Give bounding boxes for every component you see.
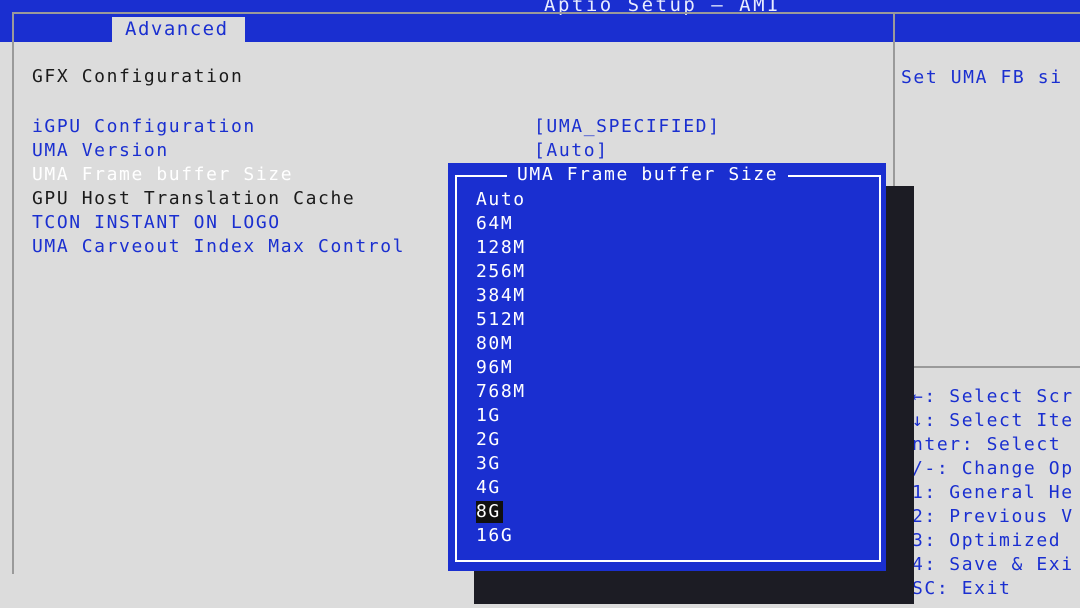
option-3g[interactable]: 3G <box>476 453 501 475</box>
menu-item-igpu-configuration[interactable]: iGPU Configuration <box>32 116 256 138</box>
option-16g[interactable]: 16G <box>476 525 513 547</box>
option-8g-selected[interactable]: 8G <box>476 501 503 523</box>
key-help-esc-exit: SC: Exit <box>912 578 1012 599</box>
key-help-select-screen: ←: Select Scr <box>912 386 1074 407</box>
key-help-change-option: /-: Change Op <box>912 458 1074 479</box>
popup-title: UMA Frame buffer Size <box>507 163 789 187</box>
help-divider <box>895 366 1080 368</box>
option-80m[interactable]: 80M <box>476 333 513 355</box>
option-1g[interactable]: 1G <box>476 405 501 427</box>
menu-item-uma-version[interactable]: UMA Version <box>32 140 169 162</box>
help-description: Set UMA FB si <box>901 67 1063 88</box>
option-768m[interactable]: 768M <box>476 381 526 403</box>
option-256m[interactable]: 256M <box>476 261 526 283</box>
option-512m[interactable]: 512M <box>476 309 526 331</box>
section-title: GFX Configuration <box>32 66 244 87</box>
key-help-optimized-defaults: 3: Optimized <box>912 530 1062 551</box>
key-help-previous-values: 2: Previous V <box>912 506 1074 527</box>
key-help-save-exit: 4: Save & Exi <box>912 554 1074 575</box>
menu-item-uma-version-value: [Auto] <box>534 140 609 161</box>
menu-item-igpu-configuration-value: [UMA_SPECIFIED] <box>534 116 721 137</box>
key-help-select-item: ↓: Select Ite <box>912 410 1074 431</box>
menu-item-tcon-instant-on-logo[interactable]: TCON INSTANT ON LOGO <box>32 212 281 234</box>
option-384m[interactable]: 384M <box>476 285 526 307</box>
option-128m[interactable]: 128M <box>476 237 526 259</box>
option-96m[interactable]: 96M <box>476 357 513 379</box>
menu-item-uma-frame-buffer-size[interactable]: UMA Frame buffer Size <box>32 164 293 186</box>
option-64m[interactable]: 64M <box>476 213 513 235</box>
option-auto[interactable]: Auto <box>476 189 526 211</box>
key-help-general-help: 1: General He <box>912 482 1074 503</box>
key-help-enter-select: nter: Select <box>912 434 1062 455</box>
menu-item-gpu-host-translation-cache[interactable]: GPU Host Translation Cache <box>32 188 355 210</box>
option-4g[interactable]: 4G <box>476 477 501 499</box>
menu-item-uma-carveout-index-max-control[interactable]: UMA Carveout Index Max Control <box>32 236 405 258</box>
popup-frame <box>455 175 881 562</box>
option-2g[interactable]: 2G <box>476 429 501 451</box>
